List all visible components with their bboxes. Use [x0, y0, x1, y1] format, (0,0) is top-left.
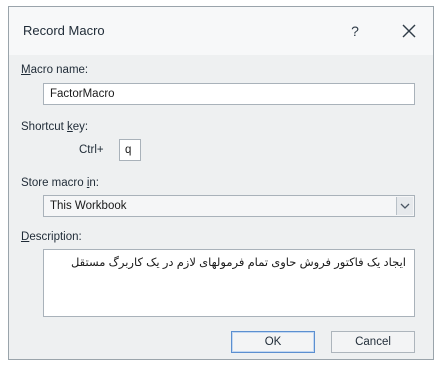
dropdown-arrow-button[interactable] — [396, 197, 413, 215]
macro-name-accel: M — [21, 64, 31, 76]
description-textarea[interactable]: ایجاد یک فاکتور فروش حاوی تمام فرمولهای … — [43, 249, 415, 317]
shortcut-key-label-pre: Shortcut — [21, 121, 68, 133]
title-bar: Record Macro ? — [9, 7, 433, 55]
ctrl-prefix-label: Ctrl+ — [79, 144, 104, 156]
store-macro-selected: This Workbook — [50, 200, 127, 212]
record-macro-dialog: Record Macro ? Macro name: FactorMacro S… — [8, 6, 434, 360]
description-label-text: escription: — [29, 231, 82, 243]
shortcut-key-label: Shortcut key: — [21, 121, 88, 133]
help-button[interactable]: ? — [341, 17, 369, 45]
store-macro-label: Store macro in: — [21, 177, 99, 189]
store-macro-label-rest: n: — [89, 177, 99, 189]
close-icon — [402, 24, 416, 38]
chevron-down-icon — [400, 203, 410, 209]
shortcut-key-label-rest: ey: — [72, 121, 89, 133]
cancel-button[interactable]: Cancel — [331, 331, 415, 353]
store-macro-select[interactable]: This Workbook — [43, 195, 415, 217]
description-label: Description: — [21, 231, 82, 243]
shortcut-key-input[interactable]: q — [119, 139, 141, 161]
store-macro-label-pre: Store macro — [21, 177, 87, 189]
dialog-title: Record Macro — [23, 23, 105, 38]
macro-name-label: Macro name: — [21, 64, 88, 76]
close-button[interactable] — [397, 19, 421, 43]
ok-button[interactable]: OK — [231, 331, 315, 353]
macro-name-input[interactable]: FactorMacro — [43, 83, 415, 105]
macro-name-label-text: acro name: — [30, 64, 89, 76]
